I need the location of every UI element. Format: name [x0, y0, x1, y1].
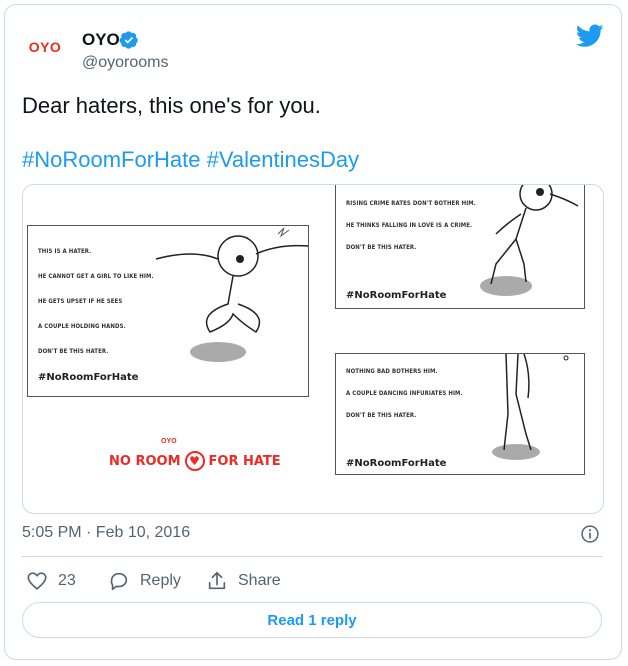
author-name[interactable]: OYO [82, 30, 120, 50]
panel-text: DON'T BE THIS HATER. [346, 412, 417, 419]
stick-figure-drawing [480, 185, 579, 296]
hashtag-link[interactable]: #ValentinesDay [207, 147, 359, 172]
panel-text: A COUPLE DANCING INFURIATES HIM. [346, 390, 463, 397]
tweet-text: Dear haters, this one's for you. [22, 93, 321, 118]
oyo-logo-small: OYO [161, 438, 177, 445]
panel-hashtag: #NoRoomForHate [346, 290, 447, 301]
panel-hashtag: #NoRoomForHate [346, 458, 447, 469]
panel-text: A COUPLE HOLDING HANDS. [38, 323, 126, 330]
comic-panel-1: THIS IS A HATER. HE CANNOT GET A GIRL TO… [27, 225, 309, 397]
reply-label: Reply [140, 572, 181, 589]
share-icon [208, 571, 226, 590]
panel-text: THIS IS A HATER. [38, 248, 92, 255]
logo-text-left: NO ROOM [109, 453, 181, 469]
divider [22, 556, 602, 557]
like-button[interactable]: 23 [26, 570, 76, 592]
heart-icon: ♥ [184, 451, 205, 471]
verified-badge-icon [119, 31, 138, 49]
panel-text: DON'T BE THIS HATER. [346, 244, 417, 251]
avatar[interactable]: OYO [22, 32, 68, 62]
panel-text: DON'T BE THIS HATER. [38, 348, 109, 355]
reply-icon [110, 572, 128, 591]
twitter-bird-icon[interactable] [576, 24, 604, 48]
tweet-media-image[interactable]: THIS IS A HATER. HE CANNOT GET A GIRL TO… [22, 184, 604, 514]
no-room-for-hate-logo: NO ROOM ♥ FOR HATE [109, 451, 281, 471]
panel-text: RISING CRIME RATES DON'T BOTHER HIM. [346, 200, 476, 207]
heart-icon [27, 572, 47, 590]
stick-figure-drawing [155, 227, 309, 362]
like-count: 23 [58, 572, 76, 589]
read-replies-button[interactable]: Read 1 reply [22, 602, 602, 638]
tweet-timestamp[interactable]: 5:05 PM · Feb 10, 2016 [22, 524, 190, 542]
panel-text: NOTHING BAD BOTHERS HIM. [346, 368, 438, 375]
comic-panel-3: NOTHING BAD BOTHERS HIM. A COUPLE DANCIN… [335, 353, 585, 475]
panel-hashtag: #NoRoomForHate [38, 372, 139, 383]
panel-text: HE THINKS FALLING IN LOVE IS A CRIME. [346, 222, 473, 229]
info-icon[interactable] [580, 524, 600, 544]
comic-panel-2: RISING CRIME RATES DON'T BOTHER HIM. HE … [335, 185, 585, 309]
hashtag-link[interactable]: #NoRoomForHate [22, 147, 201, 172]
share-label: Share [238, 572, 281, 589]
author-handle[interactable]: @oyorooms [82, 54, 169, 72]
panel-text: HE GETS UPSET IF HE SEES [38, 298, 123, 305]
stick-figure-drawing [492, 354, 569, 460]
panel-text: HE CANNOT GET A GIRL TO LIKE HIM. [38, 273, 154, 280]
logo-text-right: FOR HATE [208, 453, 281, 469]
share-button[interactable]: Share [206, 570, 281, 592]
tweet-hashtags: #NoRoomForHate #ValentinesDay [22, 146, 359, 174]
reply-button[interactable]: Reply [108, 570, 181, 592]
